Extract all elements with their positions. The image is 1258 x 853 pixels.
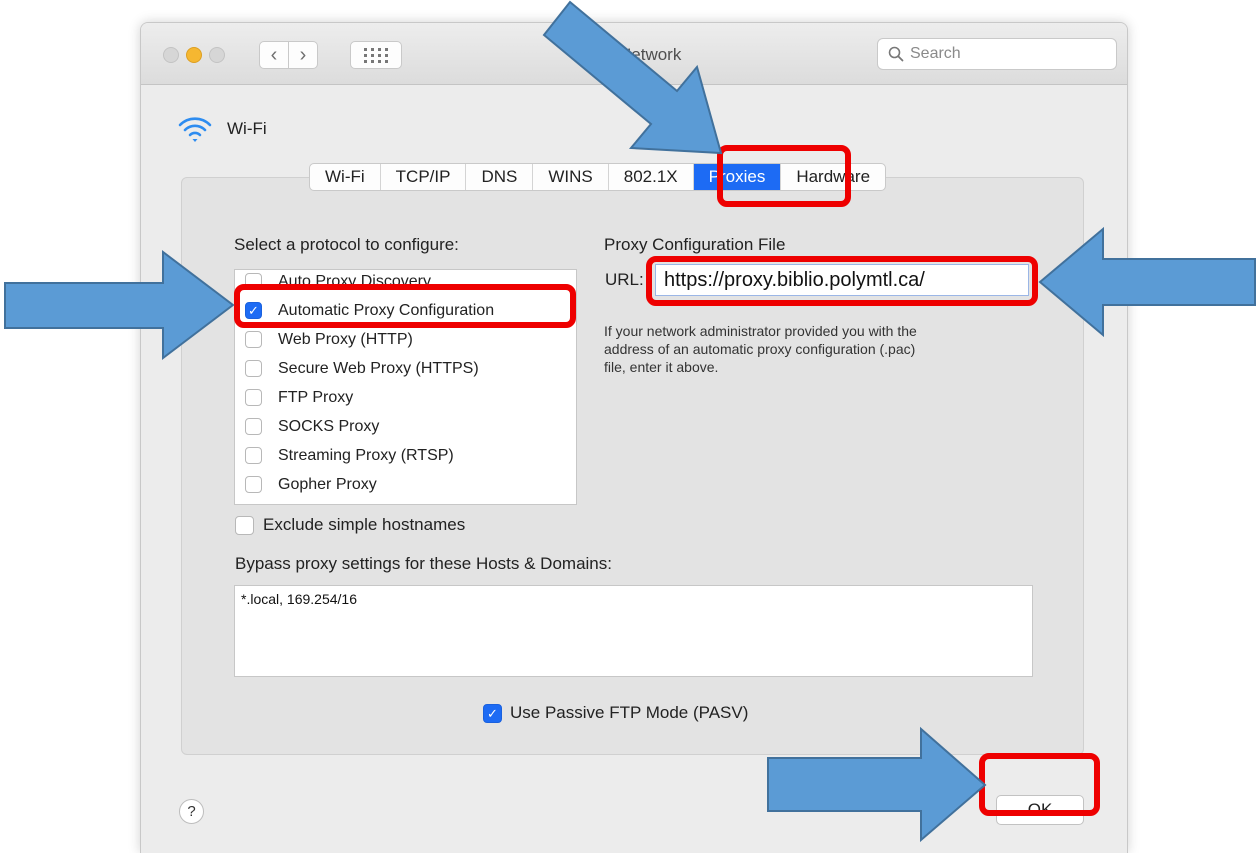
- chevron-left-icon: ‹: [270, 44, 278, 66]
- tab-hardware[interactable]: Hardware: [781, 164, 885, 190]
- list-item-label: Automatic Proxy Configuration: [278, 301, 495, 319]
- checkbox[interactable]: [245, 418, 262, 435]
- checkbox-checked[interactable]: ✓: [245, 302, 262, 319]
- list-item-streaming-proxy[interactable]: Streaming Proxy (RTSP): [235, 441, 576, 470]
- list-item-gopher-proxy[interactable]: Gopher Proxy: [235, 470, 576, 499]
- checkbox[interactable]: [245, 476, 262, 493]
- tab-wins[interactable]: WINS: [533, 164, 609, 190]
- list-item-auto-proxy-discovery[interactable]: Auto Proxy Discovery: [235, 270, 576, 296]
- search-input[interactable]: [910, 45, 1090, 63]
- zoom-window-button[interactable]: [209, 47, 225, 63]
- help-text-line: file, enter it above.: [604, 359, 719, 375]
- list-item-label: FTP Proxy: [278, 388, 354, 406]
- preferences-content: Wi-Fi Wi-Fi TCP/IP DNS WINS 802.1X Proxi…: [141, 85, 1127, 853]
- list-item-label: Gopher Proxy: [278, 475, 377, 493]
- passive-ftp-label: Use Passive FTP Mode (PASV): [510, 703, 749, 722]
- list-item-web-proxy[interactable]: Web Proxy (HTTP): [235, 325, 576, 354]
- checkbox[interactable]: [245, 389, 262, 406]
- ok-button[interactable]: OK: [996, 795, 1084, 825]
- protocol-list: Auto Proxy Discovery ✓ Automatic Proxy C…: [234, 269, 577, 505]
- search-icon: [888, 46, 904, 62]
- exclude-simple-hostnames-option[interactable]: Exclude simple hostnames: [235, 515, 465, 535]
- list-item-socks-proxy[interactable]: SOCKS Proxy: [235, 412, 576, 441]
- checkbox[interactable]: [235, 515, 254, 535]
- tab-dns[interactable]: DNS: [466, 164, 534, 190]
- exclude-simple-hostnames-label: Exclude simple hostnames: [263, 515, 466, 534]
- checkbox[interactable]: [245, 331, 262, 348]
- checkbox[interactable]: [245, 360, 262, 377]
- back-button[interactable]: ‹: [259, 41, 289, 69]
- tab-wifi[interactable]: Wi-Fi: [310, 164, 381, 190]
- help-text-line: address of an automatic proxy configurat…: [604, 341, 916, 357]
- checkbox-checked[interactable]: ✓: [483, 703, 502, 723]
- list-item-label: Web Proxy (HTTP): [278, 330, 413, 348]
- bypass-label: Bypass proxy settings for these Hosts & …: [235, 554, 612, 573]
- list-item-label: Auto Proxy Discovery: [278, 272, 431, 290]
- help-button[interactable]: ?: [179, 799, 204, 824]
- window-title: Network: [619, 45, 682, 64]
- config-file-heading: Proxy Configuration File: [604, 235, 786, 254]
- interface-header: Wi-Fi: [177, 115, 267, 143]
- wifi-icon: [178, 117, 212, 142]
- minimize-window-button[interactable]: [186, 47, 202, 63]
- close-window-button[interactable]: [163, 47, 179, 63]
- protocol-list-heading: Select a protocol to configure:: [234, 235, 459, 254]
- settings-tabs: Wi-Fi TCP/IP DNS WINS 802.1X Proxies Har…: [309, 163, 887, 191]
- proxy-url-input[interactable]: [655, 264, 1029, 296]
- list-item-label: Streaming Proxy (RTSP): [278, 446, 454, 464]
- tab-proxies[interactable]: Proxies: [693, 164, 782, 190]
- network-preferences-window: ‹ › Network Wi-Fi Wi-Fi TCP/IP: [140, 22, 1128, 853]
- list-item-label: SOCKS Proxy: [278, 417, 380, 435]
- bypass-hosts-field[interactable]: *.local, 169.254/16: [234, 585, 1033, 677]
- tab-8021x[interactable]: 802.1X: [609, 164, 694, 190]
- list-item-ftp-proxy[interactable]: FTP Proxy: [235, 383, 576, 412]
- tab-tcpip[interactable]: TCP/IP: [381, 164, 467, 190]
- help-text: If your network administrator provided y…: [604, 322, 1024, 376]
- show-all-button[interactable]: [350, 41, 402, 69]
- list-item-automatic-proxy-configuration[interactable]: ✓ Automatic Proxy Configuration: [235, 296, 576, 325]
- search-field[interactable]: [877, 38, 1117, 70]
- url-label: URL:: [605, 270, 644, 289]
- chevron-right-icon: ›: [299, 44, 307, 66]
- list-item-secure-web-proxy[interactable]: Secure Web Proxy (HTTPS): [235, 354, 576, 383]
- help-text-line: If your network administrator provided y…: [604, 323, 917, 339]
- checkbox[interactable]: [245, 273, 262, 290]
- passive-ftp-option[interactable]: ✓ Use Passive FTP Mode (PASV): [483, 703, 748, 723]
- checkbox[interactable]: [245, 447, 262, 464]
- forward-button[interactable]: ›: [288, 41, 318, 69]
- interface-name: Wi-Fi: [227, 119, 267, 138]
- list-item-label: Secure Web Proxy (HTTPS): [278, 359, 479, 377]
- title-bar: ‹ › Network: [141, 23, 1127, 85]
